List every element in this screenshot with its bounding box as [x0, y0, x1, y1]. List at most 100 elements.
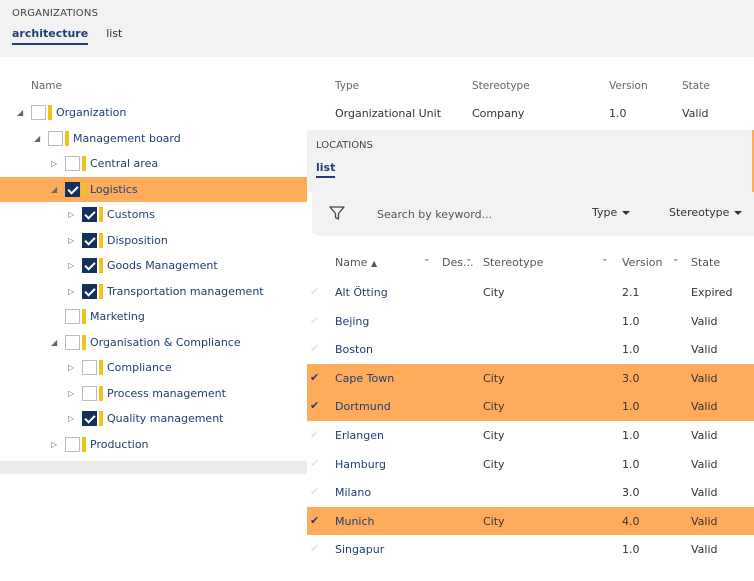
- table-row[interactable]: ✔ Singapur 1.0 Valid: [307, 535, 754, 564]
- table-row[interactable]: ✔ Erlangen City 1.0 Valid: [307, 421, 754, 450]
- tree-item[interactable]: ▷ Central area: [0, 151, 307, 177]
- tree-horizontal-scrollbar[interactable]: [0, 461, 307, 474]
- table-row[interactable]: ✔ Hamburg City 1.0 Valid: [307, 450, 754, 479]
- cell-name[interactable]: Hamburg: [335, 458, 386, 471]
- cell-name[interactable]: Alt Ötting: [335, 286, 388, 299]
- tab-architecture[interactable]: architecture: [12, 27, 89, 45]
- tree-item[interactable]: ◢ Organisation & Compliance: [0, 330, 307, 356]
- loc-header-version[interactable]: Version: [622, 256, 662, 269]
- expanded-caret-icon[interactable]: ◢: [17, 108, 23, 117]
- loc-header-stereotype[interactable]: Stereotype: [483, 256, 543, 269]
- cell-name[interactable]: Milano: [335, 486, 371, 499]
- org-header-version[interactable]: Version: [609, 80, 648, 92]
- cell-name[interactable]: Munich: [335, 515, 375, 528]
- table-row[interactable]: ✔ Cape Town City 3.0 Valid: [307, 363, 754, 393]
- tree-item-label[interactable]: Goods Management: [107, 259, 218, 272]
- collapsed-caret-icon[interactable]: ▷: [68, 236, 74, 245]
- tree-checkbox[interactable]: [82, 360, 97, 375]
- expanded-caret-icon[interactable]: ◢: [51, 338, 57, 347]
- tree-item[interactable]: ▷ Process management: [0, 381, 307, 407]
- table-row[interactable]: ✔ Alt Ötting City 2.1 Expired: [307, 278, 754, 307]
- tree-item-label[interactable]: Process management: [107, 387, 226, 400]
- tree-checkbox[interactable]: [82, 385, 97, 401]
- name-column-menu-icon[interactable]: ⌄: [423, 254, 431, 264]
- tree-item-label[interactable]: Logistics: [90, 183, 138, 196]
- cell-name[interactable]: Bejing: [335, 315, 369, 328]
- tree-item-label[interactable]: Customs: [107, 208, 155, 221]
- row-check-icon[interactable]: ✔: [310, 314, 319, 327]
- cell-name[interactable]: Erlangen: [335, 429, 384, 442]
- org-header-stereotype[interactable]: Stereotype: [472, 80, 530, 92]
- tree-checkbox[interactable]: [31, 105, 46, 120]
- tree-item[interactable]: ▷ Goods Management: [0, 253, 307, 279]
- stereotype-column-menu-icon[interactable]: ⌄: [601, 254, 609, 264]
- stereotype-dropdown[interactable]: Stereotype: [669, 206, 743, 219]
- tree-checkbox[interactable]: [65, 436, 80, 452]
- table-row[interactable]: ✔ Boston 1.0 Valid: [307, 335, 754, 364]
- tree-checkbox[interactable]: [82, 411, 97, 426]
- tree-checkbox[interactable]: [82, 258, 97, 273]
- tree-item-label[interactable]: Disposition: [107, 234, 168, 247]
- cell-name[interactable]: Boston: [335, 343, 373, 356]
- row-check-icon[interactable]: ✔: [310, 457, 319, 470]
- collapsed-caret-icon[interactable]: ▷: [68, 210, 74, 219]
- org-header-type[interactable]: Type: [335, 80, 359, 92]
- table-row[interactable]: ✔ Bejing 1.0 Valid: [307, 307, 754, 336]
- tree-item-label[interactable]: Quality management: [107, 412, 224, 425]
- tree-item-label[interactable]: Organisation & Compliance: [90, 336, 241, 349]
- tree-checkbox[interactable]: [82, 232, 97, 248]
- type-dropdown[interactable]: Type: [592, 206, 631, 219]
- collapsed-caret-icon[interactable]: ▷: [68, 261, 74, 270]
- tree-checkbox[interactable]: [65, 181, 80, 197]
- tree-item-label[interactable]: Production: [90, 438, 149, 451]
- tree-item[interactable]: ▷ Compliance: [0, 355, 307, 381]
- collapsed-caret-icon[interactable]: ▷: [51, 440, 57, 449]
- loc-header-name[interactable]: Name ▲: [335, 256, 377, 269]
- tree-checkbox[interactable]: [82, 207, 97, 222]
- row-check-icon[interactable]: ✔: [310, 542, 319, 555]
- tree-item-label[interactable]: Central area: [90, 157, 158, 170]
- expanded-caret-icon[interactable]: ◢: [51, 185, 57, 194]
- description-column-menu-icon[interactable]: ⌄: [465, 254, 473, 264]
- tree-item-label[interactable]: Organization: [56, 106, 126, 119]
- tree-item[interactable]: ◢ Management board: [0, 126, 307, 152]
- collapsed-caret-icon[interactable]: ▷: [68, 363, 74, 372]
- tree-item[interactable]: ▷ Customs: [0, 202, 307, 228]
- org-header-state[interactable]: State: [682, 80, 710, 92]
- table-row[interactable]: ✔ Milano 3.0 Valid: [307, 478, 754, 507]
- tree-item[interactable]: Marketing: [0, 304, 307, 330]
- row-check-icon[interactable]: ✔: [310, 514, 319, 527]
- tree-checkbox[interactable]: [65, 334, 80, 350]
- tree-checkbox[interactable]: [48, 130, 63, 146]
- tree-checkbox[interactable]: [82, 283, 97, 299]
- tree-item[interactable]: ◢ Organization: [0, 100, 307, 126]
- collapsed-caret-icon[interactable]: ▷: [51, 159, 57, 168]
- row-check-icon[interactable]: ✔: [310, 399, 319, 412]
- filter-icon[interactable]: [328, 204, 346, 222]
- tree-checkbox[interactable]: [65, 156, 80, 171]
- tree-checkbox[interactable]: [65, 309, 80, 324]
- table-row[interactable]: ✔ Dortmund City 1.0 Valid: [307, 392, 754, 421]
- collapsed-caret-icon[interactable]: ▷: [68, 287, 74, 296]
- version-column-menu-icon[interactable]: ⌄: [672, 254, 680, 264]
- cell-name[interactable]: Cape Town: [335, 372, 394, 385]
- tree-item[interactable]: ▷ Transportation management: [0, 279, 307, 305]
- table-row[interactable]: ✔ Munich City 4.0 Valid: [307, 506, 754, 536]
- tree-item[interactable]: ◢ Logistics: [0, 176, 307, 202]
- row-check-icon[interactable]: ✔: [310, 342, 319, 355]
- tree-item[interactable]: ▷ Production: [0, 432, 307, 458]
- tree-item-label[interactable]: Marketing: [90, 310, 145, 323]
- tab-list[interactable]: list: [106, 27, 122, 45]
- row-check-icon[interactable]: ✔: [310, 485, 319, 498]
- tree-item-label[interactable]: Management board: [73, 132, 181, 145]
- tree-header-name[interactable]: Name: [31, 80, 62, 92]
- loc-header-state[interactable]: State: [691, 256, 720, 269]
- tree-item-label[interactable]: Transportation management: [107, 285, 264, 298]
- tree-item[interactable]: ▷ Quality management: [0, 406, 307, 432]
- row-check-icon[interactable]: ✔: [310, 285, 319, 298]
- tab-locations-list[interactable]: list: [316, 161, 336, 178]
- cell-name[interactable]: Dortmund: [335, 400, 391, 413]
- collapsed-caret-icon[interactable]: ▷: [68, 414, 74, 423]
- collapsed-caret-icon[interactable]: ▷: [68, 389, 74, 398]
- row-check-icon[interactable]: ✔: [310, 428, 319, 441]
